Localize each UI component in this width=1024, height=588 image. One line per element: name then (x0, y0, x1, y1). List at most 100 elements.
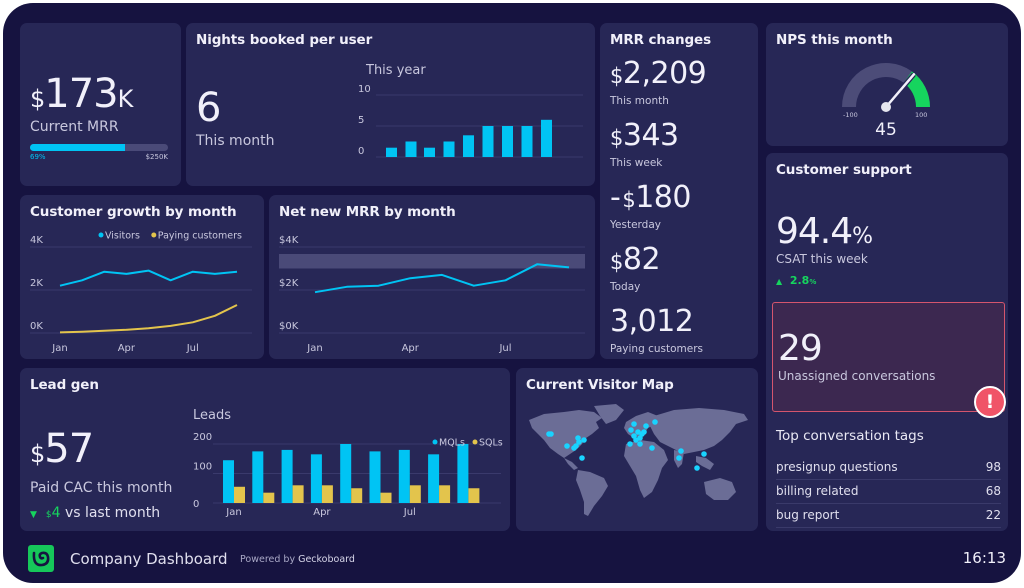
visitor-dot (571, 445, 577, 451)
nps-gauge: -100 100 45 (842, 63, 930, 140)
visitor-dot (628, 427, 634, 433)
nights-bar-chart: 0 5 10 (358, 85, 583, 158)
y-tick-label: 0 (358, 146, 364, 157)
nights-booked-card[interactable]: Nights booked per user 6 This month This… (186, 23, 595, 186)
x-tick-label: Jul (186, 343, 199, 354)
bar-mqls (369, 451, 381, 503)
bar-sqls (439, 485, 451, 503)
mrr-progress-fill (30, 144, 126, 151)
bar-sqls (351, 488, 363, 503)
mrr-change-sign: - (610, 180, 621, 215)
bar (443, 141, 455, 157)
nps-value: 45 (875, 120, 897, 140)
bar (502, 126, 513, 157)
nps-title: NPS this month (776, 32, 893, 48)
mrr-change-currency: $ (622, 188, 636, 212)
dashboard-name: Company Dashboard (70, 550, 228, 568)
y-tick-label: 0 (193, 499, 199, 510)
net-new-mrr-card[interactable]: Net new MRR by month $0K $2K $4K Jan Apr Jul (269, 195, 595, 359)
bar-sqls (380, 492, 392, 503)
visitor-dot (641, 429, 647, 435)
mrr-change-value: $2,209 (610, 56, 707, 91)
tag-row[interactable]: presignup questions 98 (776, 456, 1001, 480)
south-america (576, 470, 608, 516)
y-tick-label: $0K (279, 321, 299, 332)
central-america (564, 458, 578, 470)
bar-sqls (263, 492, 275, 503)
visitor-map-card[interactable]: Current Visitor Map (516, 368, 758, 531)
x-tick-label: Jul (498, 343, 511, 354)
legend-marker (472, 439, 478, 445)
x-tick-label: Apr (402, 343, 420, 354)
arrow-up-icon: ▲ (776, 277, 783, 286)
visitor-dot (633, 437, 639, 443)
bar-mqls (223, 460, 234, 503)
leads-chart-title: Leads (193, 408, 232, 423)
y-tick-label: 200 (193, 432, 212, 443)
lead-gen-card[interactable]: Lead gen $57 Paid CAC this month ▼ $4 vs… (20, 368, 510, 531)
legend-marker (151, 232, 157, 238)
mrr-changes-title: MRR changes (610, 32, 712, 48)
tag-row[interactable]: bug report 22 (776, 504, 1001, 528)
y-tick-label: 2K (30, 278, 43, 289)
bar (405, 141, 417, 157)
alert-exclamation-icon: ! (974, 386, 1006, 418)
legend-label: MQLs (439, 438, 465, 449)
bar-sqls (409, 485, 421, 503)
bar-mqls (428, 454, 440, 503)
customer-support-card[interactable]: Customer support 94.4% CSAT this week ▲ … (766, 153, 1008, 531)
mrr-change-number: 2,209 (622, 56, 707, 91)
visitor-dot (652, 419, 658, 425)
bar-sqls (292, 485, 304, 503)
mrr-change-label: This week (610, 157, 663, 169)
mrr-goal-label: $250K (145, 153, 168, 161)
target-band (279, 254, 585, 269)
mrr-change-label: Paying customers (610, 343, 703, 355)
gauge-hub (881, 102, 891, 112)
mrr-change-value: 3,012 (610, 307, 694, 337)
mrr-change-label: This month (610, 95, 669, 107)
brand-link[interactable]: Geckoboard (298, 554, 355, 565)
visitor-map-title: Current Visitor Map (526, 377, 674, 393)
bar (463, 135, 474, 157)
paid-cac-change: ▼ $4 vs last month (30, 505, 161, 521)
visitor-dot (649, 445, 655, 451)
nps-card[interactable]: NPS this month -100 100 45 (766, 23, 1008, 146)
current-mrr-card[interactable]: $173K Current MRR 69% $250K (20, 23, 181, 186)
mrr-changes-card[interactable]: MRR changes $2,209 This month $343 This wee… (600, 23, 758, 359)
bar-mqls (457, 444, 469, 503)
tag-name: billing related (776, 484, 859, 498)
nights-booked-label: This month (196, 133, 275, 149)
asia (650, 408, 748, 454)
series-line-visitors (59, 269, 238, 287)
y-tick-label: 0K (30, 321, 43, 332)
tag-row[interactable]: billing related 68 (776, 480, 1001, 504)
customer-growth-card[interactable]: Customer growth by month 0K 2K 4K Jan Apr Jul… (20, 195, 264, 359)
bar (541, 119, 552, 157)
mrr-change-label: Yesterday (610, 219, 661, 231)
mrr-change-number: 82 (622, 242, 661, 277)
mrr-change-value: $343 (610, 121, 679, 151)
legend-marker (98, 232, 104, 238)
bar-sqls (468, 488, 480, 503)
continents (529, 404, 748, 516)
x-tick-label: Jul (403, 507, 416, 518)
bar (521, 126, 533, 157)
unassigned-alert-box[interactable]: 29 Unassigned conversations (772, 302, 1005, 412)
net-new-mrr-title: Net new MRR by month (279, 204, 456, 220)
tag-count: 22 (985, 508, 1001, 522)
north-america (529, 410, 602, 458)
net-new-mrr-line-chart: $0K $2K $4K Jan Apr Jul (279, 235, 585, 354)
visitor-dot (631, 421, 637, 427)
mrr-change-number: 180 (635, 180, 691, 215)
arrow-down-icon: ▼ (30, 510, 37, 520)
visitor-dot (701, 451, 707, 457)
x-tick-label: Apr (313, 507, 331, 518)
mrr-change-currency: $ (610, 126, 623, 150)
footer-bar: Company Dashboard Powered by Geckoboard … (3, 535, 1021, 583)
y-tick-label: 5 (358, 115, 364, 126)
tag-name: presignup questions (776, 460, 898, 474)
bar-sqls (321, 485, 333, 503)
csat-value: 94.4% (776, 211, 873, 252)
series-line-paying-customers (59, 304, 238, 334)
